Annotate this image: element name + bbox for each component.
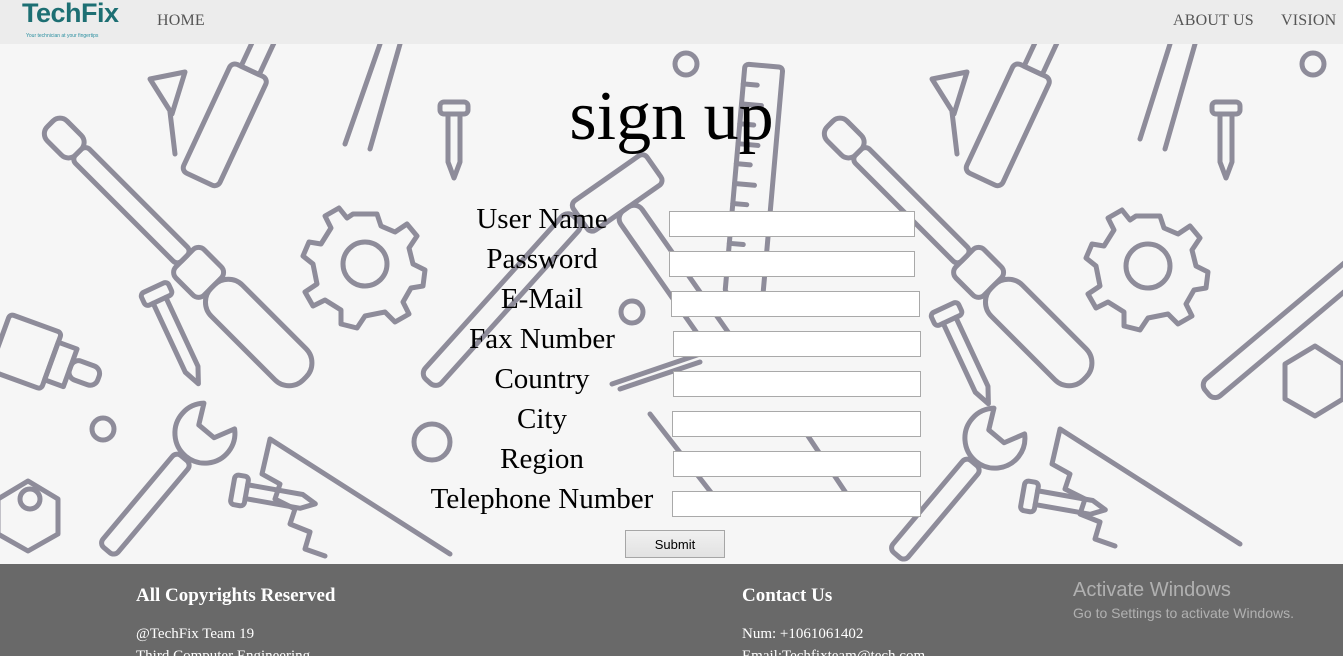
footer-email-text: Email:Techfixteam@tech.com	[742, 648, 926, 656]
windows-activation-watermark: Activate Windows Go to Settings to activ…	[1073, 579, 1294, 621]
watermark-title: Activate Windows	[1073, 579, 1231, 601]
techfix-logo[interactable]: TechFix Your technician at your fingerti…	[22, 0, 126, 44]
label-region: Region	[500, 443, 584, 475]
label-country: Country	[494, 363, 590, 395]
page-title: sign up	[569, 78, 774, 155]
logo-text: TechFix	[22, 0, 119, 28]
watermark-subtitle: Go to Settings to activate Windows.	[1073, 605, 1294, 621]
label-fax-number: Fax Number	[469, 323, 615, 355]
label-city: City	[517, 403, 567, 435]
label-user-name: User Name	[476, 203, 608, 235]
footer-contact-heading: Contact Us	[742, 585, 833, 606]
fax-number-input[interactable]	[673, 331, 921, 357]
country-input[interactable]	[673, 371, 921, 397]
footer-phone-text: Num: +1061061402	[742, 626, 864, 642]
region-input[interactable]	[673, 451, 921, 477]
footer-copyright-heading: All Copyrights Reserved	[136, 585, 336, 606]
gear-icon	[1083, 207, 1211, 333]
footer-team-text: @TechFix Team 19	[136, 626, 255, 642]
nav-home-link[interactable]: HOME	[157, 12, 205, 30]
label-email: E-Mail	[500, 283, 584, 315]
gear-icon	[300, 205, 428, 331]
submit-button[interactable]: Submit	[625, 530, 725, 558]
top-nav: TechFix Your technician at your fingerti…	[0, 0, 1343, 44]
telephone-number-input[interactable]	[672, 491, 921, 517]
email-input[interactable]	[671, 291, 920, 317]
footer-department-text: Third Computer Engineering	[136, 648, 311, 656]
password-input[interactable]	[669, 251, 915, 277]
nav-vision-link[interactable]: VISION	[1281, 12, 1336, 30]
nav-about-us-link[interactable]: ABOUT US	[1173, 12, 1254, 30]
label-password: Password	[486, 243, 598, 275]
label-telephone-number: Telephone Number	[430, 483, 654, 515]
city-input[interactable]	[672, 411, 921, 437]
logo-tagline: Your technician at your fingertips	[26, 33, 99, 39]
user-name-input[interactable]	[669, 211, 915, 237]
